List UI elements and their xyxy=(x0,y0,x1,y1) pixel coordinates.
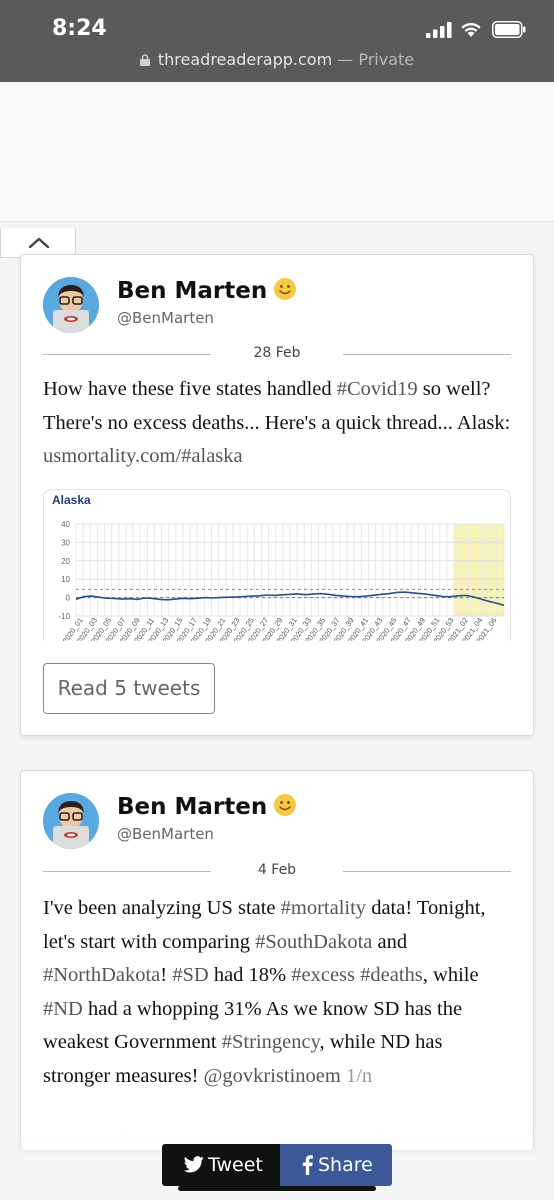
text-segment: How have these five states handled xyxy=(43,378,337,400)
hashtag-link[interactable]: #Covid19 xyxy=(337,378,418,400)
hashtag-link[interactable]: #NorthDakota xyxy=(43,964,160,986)
author-handle[interactable]: @BenMarten xyxy=(117,825,214,843)
wifi-icon xyxy=(461,22,481,37)
y-tick-label: 0 xyxy=(66,594,71,603)
status-time: 8:24 xyxy=(52,16,107,41)
avatar-memoji-icon xyxy=(43,793,99,849)
author-name-text: Ben Marten xyxy=(117,794,268,820)
date-divider: 4 Feb xyxy=(43,861,511,881)
private-label: — Private xyxy=(337,50,415,69)
chart-image[interactable]: Alaska 40 30 20 10 0 -10 2020_01 2020_03 2020_05… xyxy=(43,489,511,641)
author-name[interactable]: Ben Marten xyxy=(117,793,297,820)
facebook-share-button[interactable]: Share xyxy=(280,1144,392,1186)
y-tick-label: 10 xyxy=(61,575,70,584)
text-segment: , while xyxy=(422,964,479,986)
author-name-text: Ben Marten xyxy=(117,278,268,304)
divider-line xyxy=(343,871,511,872)
url-link[interactable]: usmortality.com/#alaska xyxy=(43,445,243,467)
facebook-f-icon xyxy=(302,1155,313,1175)
smiling-face-emoji-icon xyxy=(274,278,297,300)
chart-title: Alaska xyxy=(52,493,91,507)
avatar-memoji-icon xyxy=(43,277,99,333)
author-handle[interactable]: @BenMarten xyxy=(117,309,214,327)
hashtag-link[interactable]: #excess xyxy=(291,964,355,986)
tweet-text: How have these five states handled #Covi… xyxy=(43,373,513,474)
date-divider: 28 Feb xyxy=(43,344,511,364)
author-name[interactable]: Ben Marten xyxy=(117,277,297,304)
hashtag-link[interactable]: #SD xyxy=(172,964,208,986)
lock-icon xyxy=(139,54,150,66)
avatar[interactable] xyxy=(43,277,99,333)
thread-date: 4 Feb xyxy=(257,862,297,878)
hashtag-link[interactable]: #Stringency xyxy=(222,1031,320,1053)
hashtag-link[interactable]: #mortality xyxy=(281,897,366,919)
y-tick-label: 40 xyxy=(61,520,70,529)
hashtag-link[interactable]: #ND xyxy=(43,998,83,1020)
twitter-bird-icon xyxy=(184,1156,204,1173)
y-tick-label: 30 xyxy=(61,538,70,547)
address-bar[interactable]: threadreaderapp.com — Private xyxy=(0,50,554,69)
thread-card[interactable]: Ben Marten @BenMarten 28 Feb How have th… xyxy=(20,254,534,736)
home-indicator xyxy=(178,1186,376,1191)
hashtag-link[interactable]: #SouthDakota xyxy=(255,931,372,953)
avatar[interactable] xyxy=(43,793,99,849)
tweet-text: I've been analyzing US state #mortality … xyxy=(43,892,513,1093)
smiling-face-emoji-icon xyxy=(274,794,297,816)
url-text: threadreaderapp.com xyxy=(157,50,333,69)
divider-line xyxy=(343,354,511,355)
thread-counter: 1/n xyxy=(345,1064,373,1087)
thread-card[interactable]: Ben Marten @BenMarten 4 Feb I've been an… xyxy=(20,770,534,1150)
y-tick-label: 20 xyxy=(61,557,70,566)
share-bar: Tweet Share xyxy=(162,1144,392,1186)
battery-icon xyxy=(492,21,526,38)
text-segment: and xyxy=(372,930,408,953)
chevron-up-icon xyxy=(28,237,50,249)
tweet-button[interactable]: Tweet xyxy=(162,1144,280,1186)
mortality-chart: Alaska 403020100-102020_012020_032020_05… xyxy=(52,493,505,641)
text-segment: I've been analyzing US state xyxy=(43,897,281,919)
status-bar: 8:24 threadreaderapp.com — Private xyxy=(0,0,554,82)
text-segment: had 18% xyxy=(208,964,292,986)
share-label: Share xyxy=(318,1154,373,1176)
hashtag-link[interactable]: #deaths xyxy=(360,964,423,986)
tweet-label: Tweet xyxy=(208,1154,263,1176)
cellular-signal-icon xyxy=(426,22,452,38)
read-tweets-button[interactable]: Read 5 tweets xyxy=(43,663,215,714)
mention-link[interactable]: @govkristinoem xyxy=(204,1065,341,1087)
text-segment: ! xyxy=(160,964,173,986)
thread-date: 28 Feb xyxy=(253,345,301,361)
y-tick-label: -10 xyxy=(58,612,70,621)
page-header-area xyxy=(0,82,554,222)
